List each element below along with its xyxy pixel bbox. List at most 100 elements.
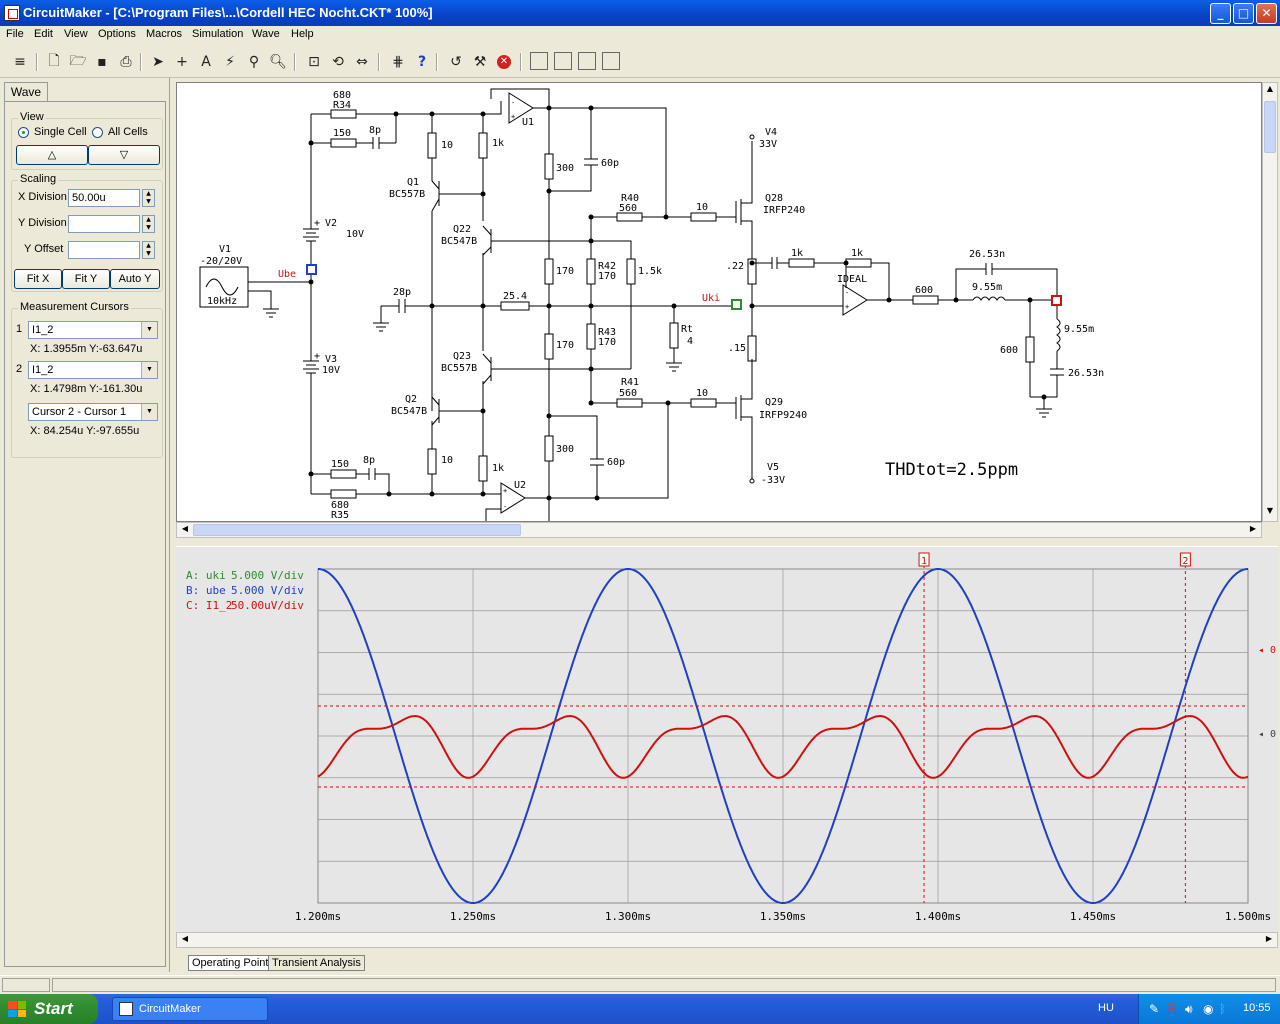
menu-wave[interactable]: Wave — [252, 28, 280, 40]
menu-macros[interactable]: Macros — [146, 28, 182, 40]
app-icon — [119, 1002, 133, 1016]
c60pb-value: 60p — [607, 457, 625, 468]
chevron-right-icon[interactable]: ▶ — [1246, 524, 1260, 536]
fit-y-button[interactable]: Fit Y — [62, 269, 110, 289]
waveform-area[interactable]: A: uki 5.000 V/div B: ube 5.000 V/div C: I1_… — [176, 546, 1278, 932]
chevron-left-icon[interactable]: ◀ — [178, 934, 192, 946]
view-down-button[interactable]: ▽ — [88, 145, 160, 165]
network-icon[interactable]: ✎ — [1149, 1002, 1159, 1016]
l955b-value: 9.55m — [1064, 324, 1094, 335]
stop-icon[interactable]: ✕ — [494, 52, 514, 72]
tool-icon[interactable]: ⚒ — [470, 52, 490, 72]
start-label: Start — [34, 999, 73, 1018]
menu-file[interactable]: File — [6, 28, 24, 40]
text-icon[interactable]: A — [196, 52, 216, 72]
fit-icon[interactable]: ⊡ — [304, 52, 324, 72]
cursor2-signal: I1_2 — [32, 364, 54, 376]
v2-plus: + — [314, 218, 320, 229]
zero-marker: ◂ 0 — [1258, 729, 1276, 740]
y-offset-input[interactable] — [68, 241, 140, 259]
v4-label: V4 — [765, 127, 777, 138]
taskbar-item-circuitmaker[interactable]: CircuitMaker — [112, 997, 268, 1021]
schematic-horizontal-scrollbar[interactable]: ◀ ▶ — [176, 522, 1262, 538]
start-button[interactable]: Start — [0, 994, 98, 1024]
windows-logo-icon — [8, 1001, 26, 1017]
antivirus-icon[interactable]: ◉ — [1203, 1002, 1213, 1016]
fit-x-button[interactable]: Fit X — [14, 269, 62, 289]
cursor1-signal-select[interactable]: I1_2 ▼ — [28, 321, 158, 339]
q28-label: Q28 — [765, 193, 783, 204]
minimize-button[interactable]: _ — [1210, 3, 1231, 24]
x-division-input[interactable]: 50.00u — [68, 189, 140, 207]
y-offset-spinner[interactable]: ▲ ▼ — [142, 241, 155, 259]
arrange-icon[interactable]: ≡ — [10, 52, 30, 72]
volume-icon[interactable]: 🔊︎ — [1185, 1002, 1193, 1017]
schematic-vertical-scrollbar[interactable]: ▲ ▼ — [1262, 82, 1278, 522]
rotate-icon[interactable]: ⟲ — [328, 52, 348, 72]
horizontal-scroll-thumb[interactable] — [193, 524, 521, 536]
cursor-diff-select[interactable]: Cursor 2 - Cursor 1 ▼ — [28, 403, 158, 421]
close-button[interactable]: ✕ — [1256, 3, 1277, 24]
view-title: View — [18, 111, 46, 123]
cell2-icon[interactable] — [554, 52, 572, 70]
y-division-spinner[interactable]: ▲ ▼ — [142, 215, 155, 233]
cell4-icon[interactable] — [602, 52, 620, 70]
maximize-button[interactable]: □ — [1233, 3, 1254, 24]
shield-icon[interactable]: ⛨ — [1167, 1002, 1176, 1017]
cursor-diff-readout: X: 84.254u Y:-97.655u — [30, 425, 140, 437]
status-pane-main — [52, 978, 1276, 992]
menu-view[interactable]: View — [64, 28, 88, 40]
help-icon[interactable]: ? — [412, 52, 432, 72]
tab-operating-point[interactable]: Operating Point — [188, 955, 273, 971]
chevron-down-icon[interactable]: ▼ — [1264, 506, 1276, 520]
r600b-value: 600 — [1000, 345, 1018, 356]
mirror-icon[interactable]: ⇔ — [352, 52, 372, 72]
magnify-icon[interactable]: 🔍︎ — [268, 52, 288, 72]
tab-wave[interactable]: Wave — [4, 82, 48, 102]
r15k-value: 1.5k — [638, 266, 662, 277]
new-icon[interactable]: 🗋 — [44, 52, 64, 72]
chevron-up-icon[interactable]: ▲ — [1264, 84, 1276, 98]
status-bar — [0, 975, 1280, 994]
cell3-icon[interactable] — [578, 52, 596, 70]
all-cells-radio[interactable] — [92, 127, 103, 138]
waveform-horizontal-scrollbar[interactable]: ◀ ▶ — [176, 932, 1278, 948]
tab-transient-analysis[interactable]: Transient Analysis — [268, 955, 365, 971]
language-indicator[interactable]: HU — [1098, 1002, 1114, 1014]
wave-panel: Wave View Single Cell All Cells △ ▽ Scal… — [0, 78, 170, 972]
q2-label: Q2 — [405, 394, 417, 405]
pointer-icon[interactable]: ➤ — [148, 52, 168, 72]
view-up-button[interactable]: △ — [16, 145, 88, 165]
wire-icon[interactable]: + — [172, 52, 192, 72]
v3-label: V3 — [325, 354, 337, 365]
single-cell-radio[interactable] — [18, 127, 29, 138]
schematic-canvas[interactable]: 680 R34 150 8p 10 1k U1 Q1 BC557B Q22 BC… — [176, 82, 1262, 522]
undo-icon[interactable]: ↺ — [446, 52, 466, 72]
digital-icon[interactable]: ⋕ — [388, 52, 408, 72]
print-icon[interactable]: ⎙ — [116, 52, 136, 72]
menu-edit[interactable]: Edit — [34, 28, 53, 40]
r10g1-value: 10 — [696, 202, 708, 213]
bluetooth-icon[interactable]: ᛒ — [1219, 1002, 1226, 1016]
auto-y-button[interactable]: Auto Y — [110, 269, 160, 289]
menu-options[interactable]: Options — [98, 28, 136, 40]
chevron-left-icon[interactable]: ◀ — [178, 524, 192, 536]
cell1-icon[interactable] — [530, 52, 548, 70]
v5-value: -33V — [761, 475, 785, 486]
menu-simulation[interactable]: Simulation — [192, 28, 243, 40]
menu-help[interactable]: Help — [291, 28, 314, 40]
zoom-icon[interactable]: ⚲ — [244, 52, 264, 72]
save-icon[interactable]: ▪ — [92, 52, 112, 72]
chevron-right-icon[interactable]: ▶ — [1262, 934, 1276, 946]
x-division-spinner[interactable]: ▲ ▼ — [142, 189, 155, 207]
cursor2-signal-select[interactable]: I1_2 ▼ — [28, 361, 158, 379]
r1kc-value: 1k — [851, 248, 863, 259]
svg-text:-: - — [845, 289, 849, 297]
vertical-scroll-thumb[interactable] — [1264, 101, 1276, 153]
x-tick-label: 1.500ms — [1225, 910, 1271, 923]
y-division-input[interactable] — [68, 215, 140, 233]
open-icon[interactable]: 🗁 — [68, 52, 88, 72]
v3-plus: + — [314, 351, 320, 362]
legend-entry-uki: A: uki — [186, 569, 226, 582]
probe-icon[interactable]: ⚡ — [220, 52, 240, 72]
